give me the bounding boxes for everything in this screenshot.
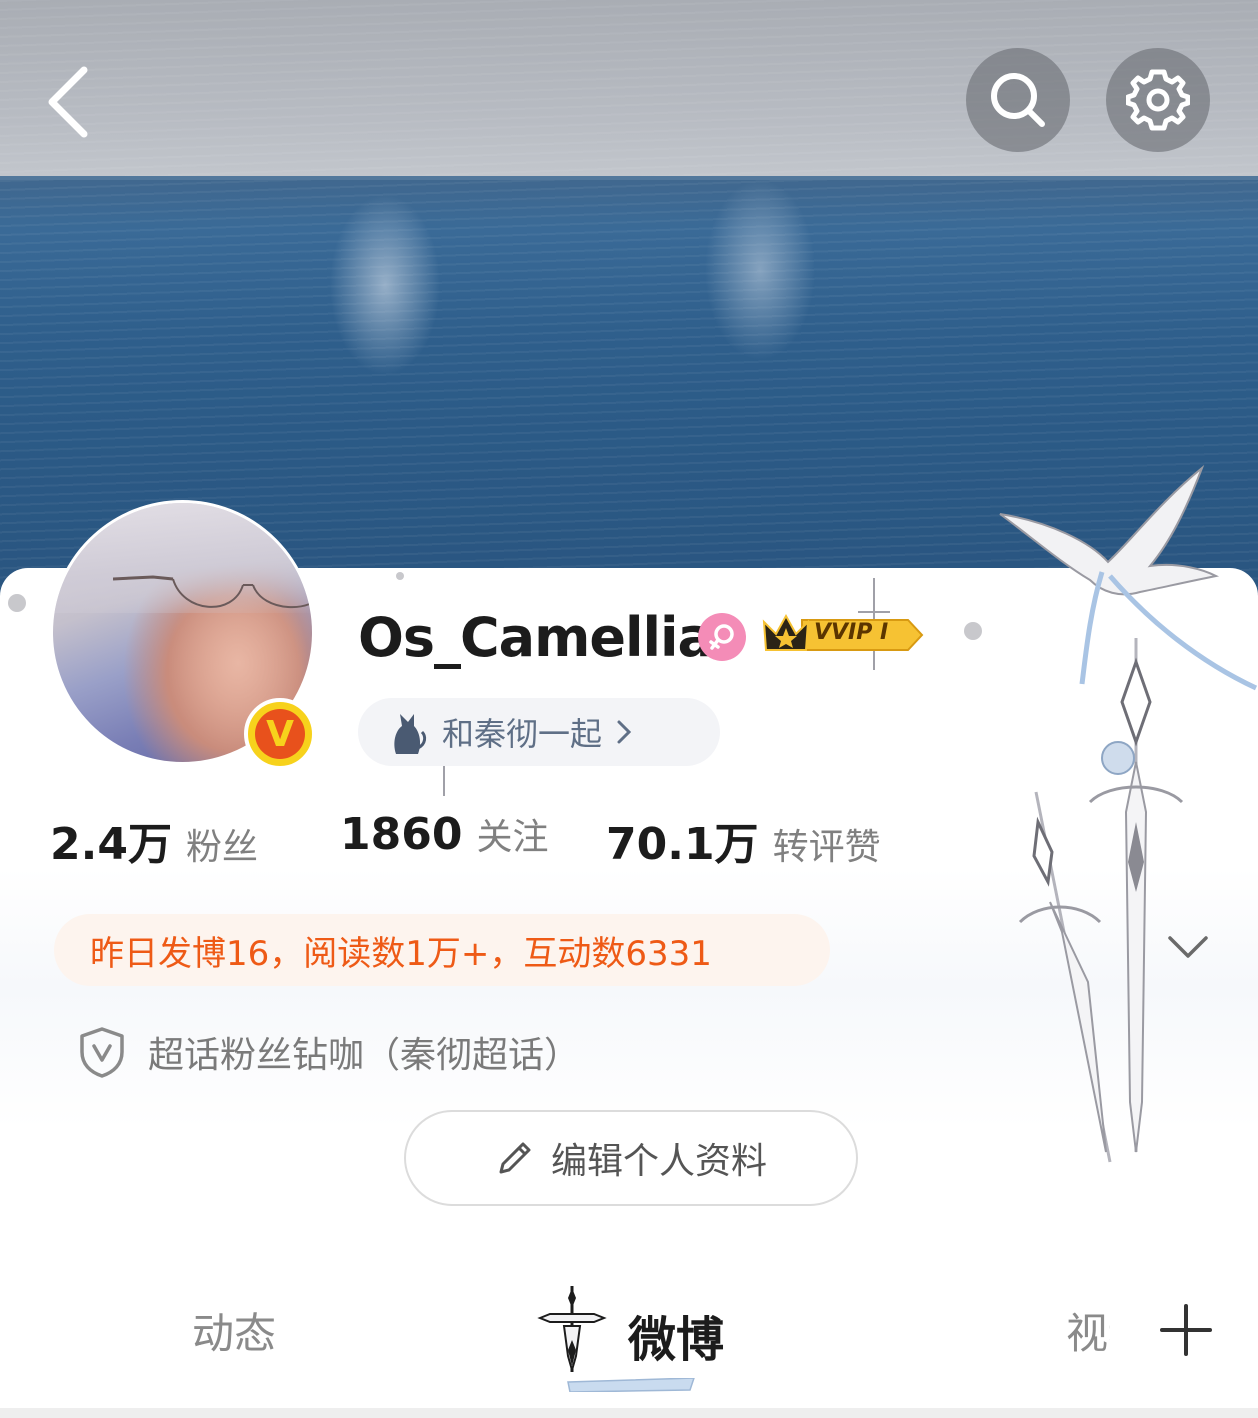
username: Os_Camellia (358, 606, 714, 669)
plus-icon (1160, 1304, 1212, 1356)
sparkle-dot (964, 622, 982, 640)
activity-summary[interactable]: 昨日发博16，阅读数1万+，互动数6331 (54, 914, 830, 986)
chevron-down-icon (1168, 936, 1208, 958)
edit-profile-button[interactable]: 编辑个人资料 (404, 1110, 858, 1206)
stat-value: 2.4万 (50, 819, 172, 870)
stat-label: 粉丝 (185, 827, 258, 868)
chevron-left-icon (48, 66, 88, 138)
tab-weibo[interactable]: 微博 (628, 1300, 724, 1370)
super-topic-link[interactable]: 和秦彻一起 (358, 698, 720, 766)
cat-icon (394, 714, 427, 754)
sparkle-dot (8, 594, 26, 612)
shield-icon (80, 1027, 124, 1078)
stat-interactions[interactable]: 70.1万 转评赞 (606, 808, 881, 872)
search-button[interactable] (966, 48, 1070, 152)
stat-label: 转评赞 (772, 827, 881, 868)
gender-badge (698, 613, 746, 661)
stat-followers[interactable]: 2.4万 粉丝 (50, 808, 258, 872)
verified-v-icon: V (255, 709, 305, 759)
stat-following[interactable]: 1860 关注 (340, 808, 548, 860)
verified-badge[interactable]: V (244, 698, 316, 770)
vvip-badge[interactable]: VVIP Ⅰ (762, 610, 924, 660)
stat-label: 关注 (476, 817, 549, 858)
stat-value: 1860 (340, 809, 463, 860)
back-button[interactable] (42, 62, 98, 142)
activity-summary-text: 昨日发博16，阅读数1万+，互动数6331 (90, 933, 712, 974)
add-tab-button[interactable] (1158, 1302, 1214, 1358)
fan-title-row[interactable]: 超话粉丝钻咖（秦彻超话） (78, 1022, 580, 1082)
bottom-divider (0, 1408, 1258, 1418)
pencil-icon (499, 1142, 531, 1174)
settings-button[interactable] (1106, 48, 1210, 152)
expand-profile-button[interactable] (1164, 928, 1212, 968)
chevron-right-icon (617, 720, 632, 744)
tab-dynamic[interactable]: 动态 (192, 1300, 276, 1361)
avatar-glasses (113, 575, 312, 609)
active-tab-underline (567, 1378, 695, 1392)
sparkle-dot (396, 572, 404, 580)
fan-title-label: 超话粉丝钻咖（秦彻超话） (148, 1035, 581, 1076)
vvip-label: VVIP Ⅰ (814, 620, 889, 645)
tab-video[interactable]: 视频 (1066, 1300, 1110, 1361)
super-topic-label: 和秦彻一起 (442, 715, 603, 753)
gear-icon (1126, 69, 1190, 131)
horizon-line (0, 176, 1258, 180)
edit-profile-label: 编辑个人资料 (550, 1141, 767, 1182)
female-icon (709, 624, 734, 650)
stat-value: 70.1万 (606, 819, 759, 870)
search-icon (991, 73, 1045, 127)
